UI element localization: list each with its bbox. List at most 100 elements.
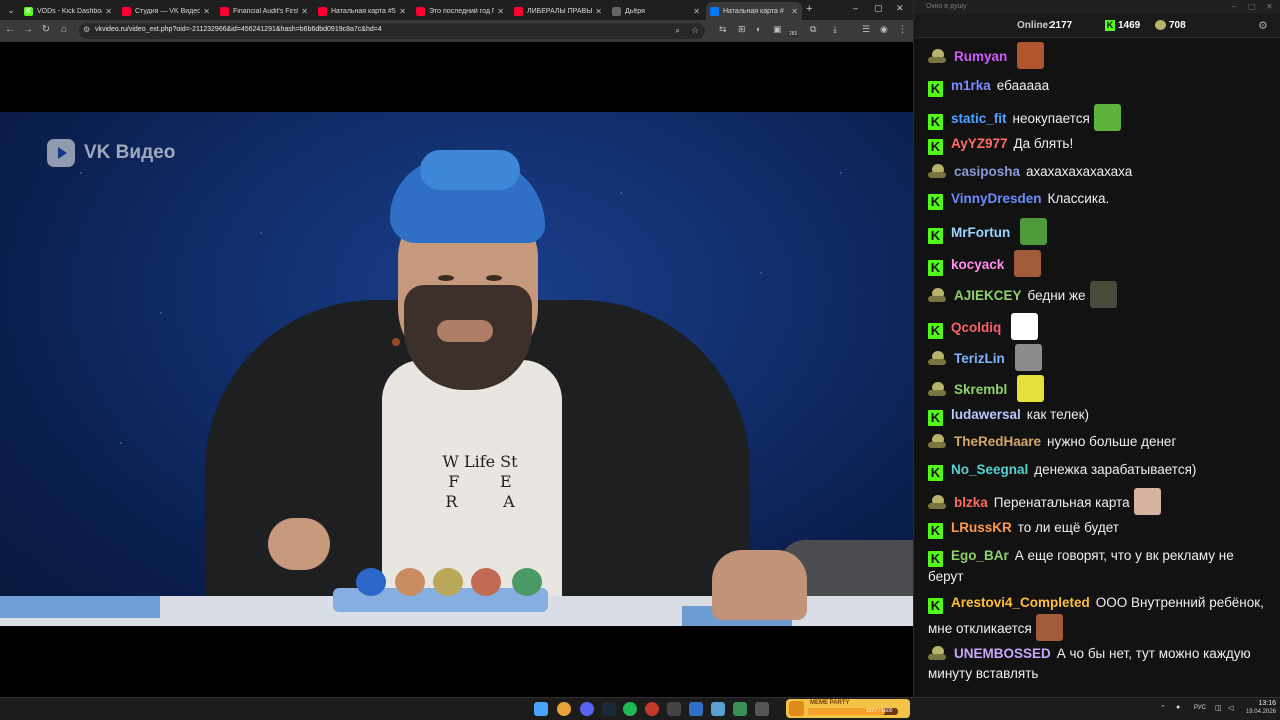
maximize-icon[interactable]: ▢ (874, 3, 883, 14)
tab-title: VODs - Kick Dashboard (37, 7, 102, 15)
address-bar[interactable]: ⚙ vkvideo.ru/video_ext.php?oid=-21123296… (79, 23, 705, 39)
close-tab-icon[interactable]: ✕ (791, 7, 798, 16)
browser-tab[interactable]: Студия — VK Видео Li✕ (118, 2, 214, 20)
maximize-icon[interactable]: ▢ (1248, 2, 1256, 11)
chat-username[interactable]: Skrembl (954, 382, 1007, 397)
chat-username[interactable]: Ego_BAr (951, 548, 1009, 563)
chat-username[interactable]: Arestovi4_Completed (951, 595, 1090, 610)
extension-icon[interactable]: ◐ (756, 24, 761, 34)
chat-username[interactable]: AJIEKCEY (954, 288, 1022, 303)
more-menu-icon[interactable]: ⋮ (898, 24, 907, 35)
forward-icon[interactable]: → (21, 24, 35, 35)
browser-tab[interactable]: K VODs - Kick Dashboard✕ (20, 2, 116, 20)
chrome-icon[interactable] (557, 702, 571, 716)
reload-icon[interactable]: ↻ (39, 24, 53, 35)
mic-icon[interactable]: ● (1176, 704, 1180, 711)
face-emote (1133, 488, 1161, 515)
network-icon[interactable]: ◫ (1215, 704, 1222, 712)
close-tab-icon[interactable]: ✕ (693, 7, 700, 16)
steam-icon[interactable] (602, 702, 616, 716)
chat-message-text: денежка зарабатывается) (1034, 462, 1197, 477)
extension-icon[interactable]: ⊞ (738, 24, 746, 35)
chat-window-title: Окно в душу (926, 3, 967, 10)
meme-party-widget[interactable]: MEME PARTY 1277 / 1500 (786, 699, 910, 718)
chat-username[interactable]: blzka (954, 495, 988, 510)
back-icon[interactable]: ← (3, 24, 17, 35)
chat-username[interactable]: AyYZ977 (951, 136, 1008, 151)
tab-title: Студия — VK Видео Li (135, 7, 201, 15)
chat-username[interactable]: casiposha (954, 164, 1020, 179)
obs-icon[interactable] (645, 702, 659, 716)
browser-tab[interactable]: Financial Audit's First I ✕ (216, 2, 312, 20)
chat-username[interactable]: kocyack (951, 257, 1004, 272)
browser-tab[interactable]: Дьёря ✕ (608, 2, 704, 20)
new-tab-button[interactable]: + (806, 3, 812, 15)
browser-tab[interactable]: Натальная карта # ✕ (706, 2, 802, 20)
chat-username[interactable]: TheRedHaare (954, 434, 1041, 449)
chat-username[interactable]: LRussKR (951, 520, 1012, 535)
chat-message-text: то ли ещё будет (1017, 520, 1119, 535)
chat-message-text: бедни же (1027, 288, 1086, 303)
clock-time[interactable]: 13:16 (1252, 700, 1276, 707)
vk-icon (928, 495, 946, 510)
close-tab-icon[interactable]: ✕ (105, 7, 112, 16)
spotify-icon[interactable] (623, 702, 637, 716)
download-icon[interactable]: ⤓ (833, 24, 837, 35)
sidebar-icon[interactable]: ☰ (862, 24, 870, 35)
chat-username[interactable]: VinnyDresden (951, 191, 1042, 206)
close-tab-icon[interactable]: ✕ (497, 7, 504, 16)
chat-username[interactable]: TerizLin (954, 351, 1005, 366)
tab-search-icon[interactable]: ⌄ (4, 3, 18, 17)
close-window-icon[interactable]: ✕ (896, 3, 904, 14)
close-tab-icon[interactable]: ✕ (399, 7, 406, 16)
volume-icon[interactable]: ◁ (1228, 704, 1233, 712)
chat-username[interactable]: ludawersal (951, 407, 1021, 422)
close-tab-icon[interactable]: ✕ (203, 7, 210, 16)
vk-icon (928, 382, 946, 397)
vk-icon (928, 49, 946, 64)
browser-tab[interactable]: Натальная карта #58 А✕ (314, 2, 410, 20)
pepe-emote (1020, 218, 1048, 245)
chat-username[interactable]: m1rka (951, 78, 991, 93)
minimize-icon[interactable]: – (853, 3, 858, 13)
tab-title: Дьёря (625, 7, 645, 15)
chat-username[interactable]: static_fit (951, 111, 1007, 126)
start-windows-icon[interactable] (534, 702, 548, 716)
site-info-icon[interactable]: ⚙ (83, 25, 93, 37)
app-icon[interactable] (689, 702, 703, 716)
url-text[interactable]: vkvideo.ru/video_ext.php?oid=-211232966&… (95, 26, 382, 33)
extensions-puzzle-icon[interactable]: ⧉ (810, 24, 816, 35)
chat-username[interactable]: Qcoldiq (951, 320, 1001, 335)
browser-tab[interactable]: ЛИБЕРАЛЫ ПРАВЫ В ✕ (510, 2, 606, 20)
settings-gear-icon[interactable]: ⚙ (1258, 19, 1268, 32)
vk-viewer-count: 708 (1169, 20, 1186, 31)
profile-icon[interactable]: ◉ (880, 24, 888, 35)
kick-icon: K (928, 523, 943, 539)
app-icon[interactable] (755, 702, 769, 716)
close-tab-icon[interactable]: ✕ (595, 7, 602, 16)
chat-username[interactable]: UNEMBOSSED (954, 646, 1051, 661)
telegram-icon[interactable] (711, 702, 725, 716)
chat-username[interactable]: Rumyan (954, 49, 1007, 64)
zoom-icon[interactable]: ⌕ (675, 25, 680, 36)
close-window-icon[interactable]: ✕ (1266, 2, 1273, 11)
chat-username[interactable]: No_Seegnal (951, 462, 1028, 477)
home-icon[interactable]: ⌂ (57, 24, 71, 35)
minimize-icon[interactable]: – (1232, 2, 1236, 11)
browser-tab[interactable]: Это последний год Пу ✕ (412, 2, 508, 20)
chat-username[interactable]: MrFortun (951, 225, 1010, 240)
chat-message: K LRussKR то ли ещё будет (928, 518, 1272, 539)
extension-icon[interactable]: ⇆ (719, 24, 727, 35)
close-tab-icon[interactable]: ✕ (301, 7, 308, 16)
screen: ⌄ KVODs - Kick Dashboard✕Студия — VK Вид… (0, 0, 1280, 720)
discord-icon[interactable] (580, 702, 594, 716)
kick-icon: K (24, 6, 33, 16)
app-icon[interactable] (667, 702, 681, 716)
bookmark-star-icon[interactable]: ☆ (691, 25, 699, 36)
tray-overflow-icon[interactable]: ⌃ (1160, 704, 1166, 712)
language-indicator[interactable]: РУС (1194, 705, 1206, 711)
app-icon[interactable] (733, 702, 747, 716)
clock-date[interactable]: 19.04.2026 (1240, 709, 1276, 715)
extension-icon[interactable]: ▣ (773, 24, 782, 35)
chat-message: casiposha ахахахахахахаха (928, 162, 1272, 182)
